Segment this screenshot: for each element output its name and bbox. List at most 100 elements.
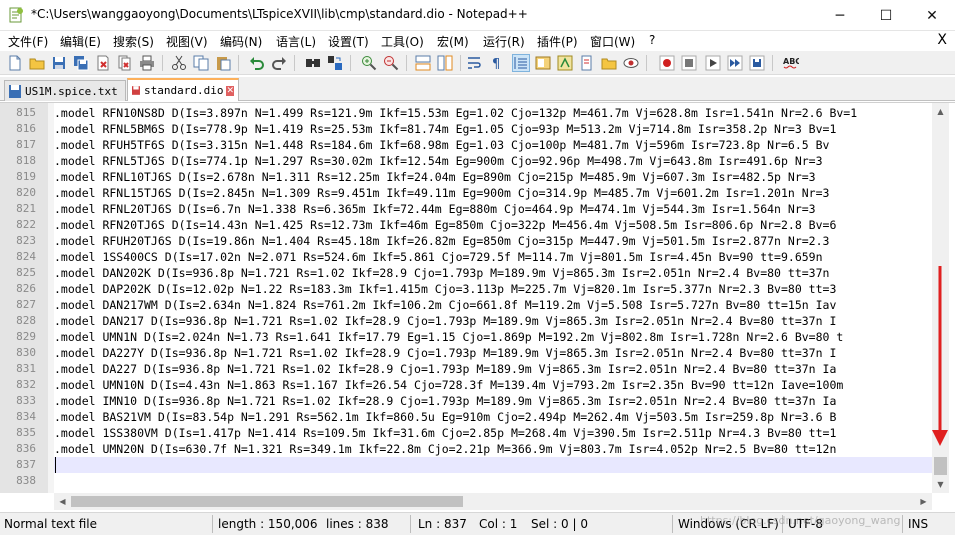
zoom-in-icon[interactable] bbox=[360, 54, 378, 72]
code-line[interactable]: .model RFNL10TJ6S D(Is=2.678n N=1.311 Rs… bbox=[54, 169, 823, 185]
paste-icon[interactable] bbox=[214, 54, 232, 72]
run-macro-multiple-icon[interactable] bbox=[726, 54, 744, 72]
status-filetype: Normal text file bbox=[4, 517, 98, 531]
new-file-icon[interactable] bbox=[6, 54, 24, 72]
code-line[interactable]: .model DAN202K D(Is=936.8p N=1.721 Rs=1.… bbox=[54, 265, 829, 281]
scroll-up-icon[interactable]: ▲ bbox=[932, 103, 949, 120]
menu-view[interactable]: 视图(V) bbox=[166, 33, 208, 50]
menu-run[interactable]: 运行(R) bbox=[483, 33, 525, 50]
record-macro-icon[interactable] bbox=[658, 54, 676, 72]
svg-text:¶: ¶ bbox=[492, 57, 500, 71]
menu-language[interactable]: 语言(L) bbox=[276, 33, 316, 50]
line-number: 819 bbox=[16, 170, 36, 183]
spell-check-icon[interactable]: ABC bbox=[782, 54, 800, 72]
folder-icon[interactable] bbox=[600, 54, 618, 72]
svg-text:ABC: ABC bbox=[783, 57, 799, 66]
indent-guide-icon[interactable] bbox=[512, 54, 530, 72]
line-number-gutter: 815 816 817 818 819 820 821 822 823 824 825 826 827 8… bbox=[0, 103, 48, 493]
line-number: 826 bbox=[16, 282, 36, 295]
menu-macro[interactable]: 宏(M) bbox=[437, 33, 469, 50]
show-all-chars-icon[interactable]: ¶ bbox=[488, 54, 506, 72]
zoom-out-icon[interactable] bbox=[382, 54, 400, 72]
code-line[interactable]: .model RFNL5BM6S D(Is=778.9p N=1.419 Rs=… bbox=[54, 121, 836, 137]
menu-edit[interactable]: 编辑(E) bbox=[60, 33, 101, 50]
cut-icon[interactable] bbox=[170, 54, 188, 72]
line-number: 833 bbox=[16, 394, 36, 407]
code-line[interactable]: .model RFNL20TJ6S D(Is=6.7n N=1.338 Rs=6… bbox=[54, 201, 823, 217]
status-mode: INS bbox=[908, 517, 929, 531]
doc-map-icon[interactable] bbox=[534, 54, 552, 72]
sync-v-icon[interactable] bbox=[414, 54, 432, 72]
undo-icon[interactable] bbox=[248, 54, 266, 72]
find-icon[interactable] bbox=[304, 54, 322, 72]
editor-area[interactable]: 815 816 817 818 819 820 821 822 823 824 825 826 827 8… bbox=[0, 102, 955, 510]
code-line[interactable]: .model 1SS400CS D(Is=17.02n N=2.071 Rs=5… bbox=[54, 249, 823, 265]
code-line[interactable]: .model UMN1N D(Is=2.024n N=1.73 Rs=1.641… bbox=[54, 329, 843, 345]
code-line[interactable]: .model RFNL15TJ6S D(Is=2.845n N=1.309 Rs… bbox=[54, 185, 836, 201]
menu-tools[interactable]: 工具(O) bbox=[381, 33, 424, 50]
code-line[interactable]: .model DAP202K D(Is=12.02p N=1.22 Rs=183… bbox=[54, 281, 836, 297]
menu-settings[interactable]: 设置(T) bbox=[328, 33, 369, 50]
save-macro-icon[interactable] bbox=[748, 54, 766, 72]
line-number: 832 bbox=[16, 378, 36, 391]
close-all-icon[interactable] bbox=[116, 54, 134, 72]
code-line[interactable]: .model RFNL5TJ6S D(Is=774.1p N=1.297 Rs=… bbox=[54, 153, 829, 169]
horizontal-scroll-thumb[interactable] bbox=[71, 496, 463, 507]
line-number: 829 bbox=[16, 330, 36, 343]
folder-workspace-icon[interactable] bbox=[578, 54, 596, 72]
print-icon[interactable] bbox=[138, 54, 156, 72]
code-line[interactable]: .model RFUH5TF6S D(Is=3.315n N=1.448 Rs=… bbox=[54, 137, 829, 153]
menu-search[interactable]: 搜索(S) bbox=[113, 33, 154, 50]
horizontal-scrollbar[interactable]: ◀ ▶ bbox=[54, 493, 932, 510]
code-line[interactable]: .model RFN20TJ6S D(Is=14.43n N=1.425 Rs=… bbox=[54, 217, 836, 233]
close-document-button[interactable]: X bbox=[937, 32, 947, 48]
play-macro-icon[interactable] bbox=[704, 54, 722, 72]
code-line[interactable]: .model RFN10NS8D D(Is=3.897n N=1.499 Rs=… bbox=[54, 105, 857, 121]
menu-help[interactable]: ? bbox=[649, 33, 655, 47]
tab-label: US1M.spice.txt bbox=[25, 84, 118, 98]
save-icon[interactable] bbox=[50, 54, 68, 72]
menu-encoding[interactable]: 编码(N) bbox=[220, 33, 262, 50]
menu-window[interactable]: 窗口(W) bbox=[590, 33, 635, 50]
scroll-left-icon[interactable]: ◀ bbox=[54, 493, 71, 510]
word-wrap-icon[interactable] bbox=[466, 54, 484, 72]
close-tab-icon[interactable]: ✕ bbox=[226, 85, 234, 96]
line-number: 817 bbox=[16, 138, 36, 151]
stop-record-icon[interactable] bbox=[680, 54, 698, 72]
copy-icon[interactable] bbox=[192, 54, 210, 72]
code-line[interactable]: .model DA227Y D(Is=936.8p N=1.721 Rs=1.0… bbox=[54, 345, 836, 361]
title-bar: *C:\Users\wanggaoyong\Documents\LTspiceX… bbox=[0, 0, 955, 31]
redo-icon[interactable] bbox=[270, 54, 288, 72]
monitoring-icon[interactable] bbox=[622, 54, 640, 72]
code-line[interactable]: .model DA227 D(Is=936.8p N=1.721 Rs=1.02… bbox=[54, 361, 836, 377]
line-number: 823 bbox=[16, 234, 36, 247]
text-area[interactable]: .model RFN10NS8D D(Is=3.897n N=1.499 Rs=… bbox=[54, 103, 932, 493]
tab-us1m-spice[interactable]: US1M.spice.txt bbox=[4, 80, 126, 101]
sync-h-icon[interactable] bbox=[436, 54, 454, 72]
scroll-down-icon[interactable]: ▼ bbox=[932, 476, 949, 493]
line-number: 837 bbox=[16, 458, 36, 471]
replace-icon[interactable] bbox=[326, 54, 344, 72]
close-icon[interactable] bbox=[94, 54, 112, 72]
maximize-button[interactable]: ☐ bbox=[863, 0, 909, 31]
minimize-button[interactable]: ─ bbox=[817, 0, 863, 31]
save-all-icon[interactable] bbox=[72, 54, 90, 72]
close-window-button[interactable]: ✕ bbox=[909, 0, 955, 31]
function-list-icon[interactable] bbox=[556, 54, 574, 72]
code-line[interactable]: .model IMN10 D(Is=936.8p N=1.721 Rs=1.02… bbox=[54, 393, 836, 409]
line-number: 828 bbox=[16, 314, 36, 327]
menu-plugins[interactable]: 插件(P) bbox=[537, 33, 578, 50]
code-line[interactable]: .model 1SS380VM D(Is=1.417p N=1.414 Rs=1… bbox=[54, 425, 836, 441]
tab-standard-dio[interactable]: standard.dio ✕ bbox=[127, 78, 239, 101]
scroll-right-icon[interactable]: ▶ bbox=[915, 493, 932, 510]
code-line[interactable]: .model BAS21VM D(Is=83.54p N=1.291 Rs=56… bbox=[54, 409, 836, 425]
code-line[interactable]: .model DAN217WM D(Is=2.634n N=1.824 Rs=7… bbox=[54, 297, 836, 313]
watermark-text: https://blog.csdn.net/gaoyong_wang bbox=[700, 514, 901, 527]
vertical-scroll-thumb[interactable] bbox=[934, 457, 947, 475]
menu-file[interactable]: 文件(F) bbox=[8, 33, 48, 50]
code-line[interactable]: .model UMN20N D(Is=630.7f N=1.321 Rs=349… bbox=[54, 441, 836, 457]
code-line[interactable]: .model RFUH20TJ6S D(Is=19.86n N=1.404 Rs… bbox=[54, 233, 836, 249]
open-file-icon[interactable] bbox=[28, 54, 46, 72]
code-line[interactable]: .model DAN217 D(Is=936.8p N=1.721 Rs=1.0… bbox=[54, 313, 836, 329]
code-line[interactable]: .model UMN10N D(Is=4.43n N=1.863 Rs=1.16… bbox=[54, 377, 843, 393]
